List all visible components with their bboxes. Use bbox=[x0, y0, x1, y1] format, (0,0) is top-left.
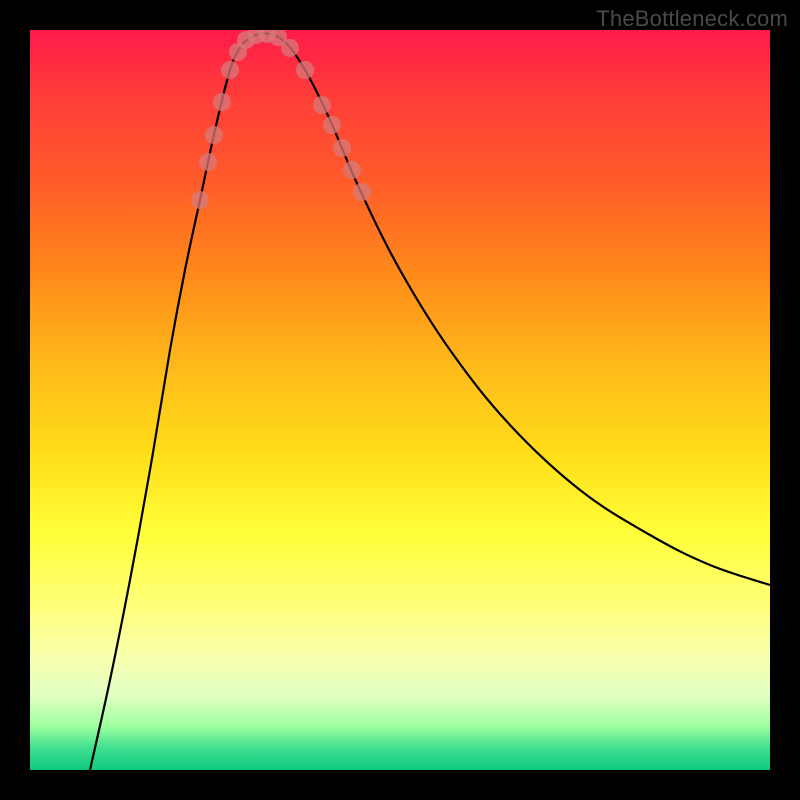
data-marker bbox=[213, 93, 231, 111]
chart-overlay bbox=[30, 30, 770, 770]
data-marker bbox=[313, 96, 331, 114]
data-marker bbox=[191, 191, 209, 209]
data-marker bbox=[343, 161, 361, 179]
data-marker bbox=[199, 153, 217, 171]
data-marker bbox=[333, 139, 351, 157]
data-marker bbox=[296, 61, 314, 79]
data-marker bbox=[323, 116, 341, 134]
data-marker bbox=[353, 183, 371, 201]
watermark-text: TheBottleneck.com bbox=[596, 6, 788, 32]
data-marker bbox=[281, 39, 299, 57]
data-marker bbox=[221, 61, 239, 79]
bottleneck-curve bbox=[90, 33, 770, 770]
data-marker bbox=[205, 126, 223, 144]
